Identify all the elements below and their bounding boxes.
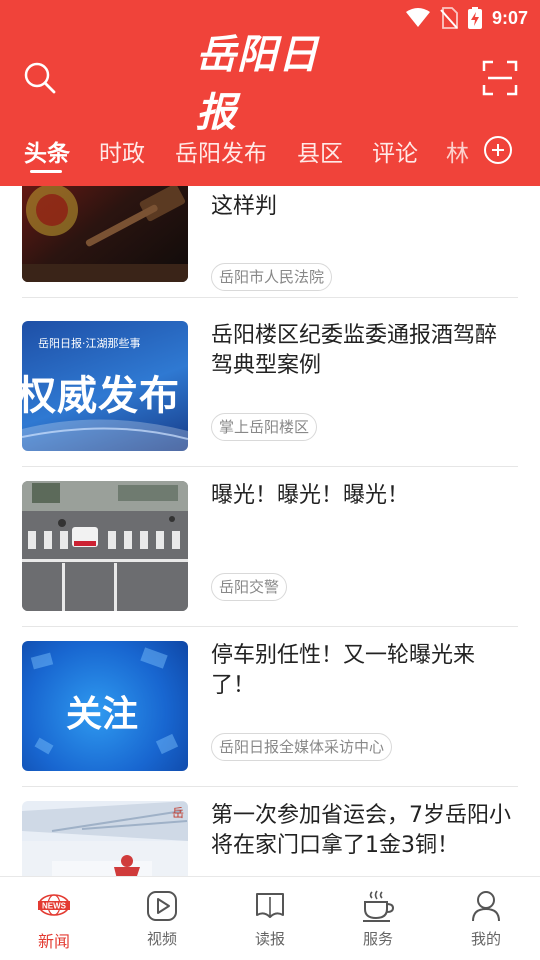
article-source-tag: 岳阳日报全媒体采访中心: [211, 733, 393, 761]
article-title[interactable]: 第一次参加省运会，7岁岳阳小将在家门口拿了1金3铜！: [211, 801, 518, 861]
wifi-icon: [405, 8, 430, 27]
article-source-tag: 掌上岳阳楼区: [211, 413, 318, 441]
nav-label: 新闻: [37, 932, 70, 951]
top-bar: 岳阳日报: [0, 31, 540, 136]
tab-partial[interactable]: 林: [446, 134, 469, 168]
search-icon: [24, 62, 56, 94]
article-card[interactable]: 曝光！曝光！曝光！ 岳阳交警: [22, 467, 518, 627]
article-title[interactable]: 停车别任性！又一轮曝光来了！: [211, 641, 518, 701]
article-thumbnail-authority: 岳阳日报·江湖那些事 权威发布: [22, 321, 188, 451]
nav-label: 读报: [254, 930, 285, 948]
nav-label: 我的: [470, 930, 501, 948]
scan-button[interactable]: [482, 60, 518, 96]
nav-services[interactable]: 服务: [324, 877, 432, 960]
article-thumbnail-gym: 岳: [22, 801, 188, 876]
article-thumbnail-gavel: [22, 186, 188, 282]
tab-yueyang-release[interactable]: 岳阳发布: [175, 134, 267, 168]
tab-commentary[interactable]: 评论: [372, 134, 418, 168]
article-title[interactable]: 曝光！曝光！曝光！: [211, 481, 518, 511]
app-logo: 岳阳日报: [196, 31, 346, 136]
channel-tabs: 头条 时政 岳阳发布 县区 评论 林: [0, 126, 540, 186]
bottom-navigation: NEWS 新闻 视频 读报 服务 我的: [0, 876, 540, 960]
article-thumbnail-attention: 关注: [22, 641, 188, 771]
status-time: 9:07: [491, 7, 528, 28]
active-tab-indicator: [30, 170, 62, 173]
status-icons: 9:07: [405, 6, 528, 30]
nav-news[interactable]: NEWS 新闻: [0, 877, 108, 960]
scan-icon: [482, 60, 518, 96]
tab-overflow: 林: [436, 126, 476, 186]
article-title[interactable]: 这样判: [211, 192, 518, 222]
news-icon: NEWS: [38, 894, 70, 916]
article-thumbnail-crosswalk: [22, 481, 188, 611]
nav-video[interactable]: 视频: [108, 877, 216, 960]
news-feed[interactable]: 这样判 岳阳市人民法院 岳阳日报·江湖那些事 权威发布 岳阳楼区纪委监委通报酒驾…: [0, 186, 540, 876]
article-title[interactable]: 岳阳楼区纪委监委通报酒驾醉驾典型案例: [211, 321, 518, 381]
search-button[interactable]: [22, 60, 58, 96]
nav-profile[interactable]: 我的: [432, 877, 540, 960]
nav-label: 服务: [362, 930, 393, 948]
article-card[interactable]: 岳阳日报·江湖那些事 权威发布 岳阳楼区纪委监委通报酒驾醉驾典型案例 掌上岳阳楼…: [22, 307, 518, 467]
tab-counties[interactable]: 县区: [297, 134, 343, 168]
tab-politics[interactable]: 时政: [99, 134, 145, 168]
article-source-tag: 岳阳交警: [211, 573, 288, 601]
article-card[interactable]: 关注 停车别任性！又一轮曝光来了！ 岳阳日报全媒体采访中心: [22, 627, 518, 787]
article-card[interactable]: 岳 第一次参加省运会，7岁岳阳小将在家门口拿了1金3铜！: [22, 787, 518, 876]
svg-text:岳: 岳: [172, 806, 184, 820]
tab-headlines[interactable]: 头条: [24, 134, 70, 168]
app-header: 9:07 岳阳日报 头条 时政 岳阳发布 县区 评论 林: [0, 0, 540, 186]
nav-label: 视频: [146, 930, 177, 948]
no-sim-icon: [440, 7, 458, 29]
add-channel-button[interactable]: [484, 136, 512, 164]
battery-charging-icon: [467, 7, 482, 29]
profile-icon: [472, 891, 500, 922]
newspaper-icon: [256, 893, 284, 918]
coffee-icon: [363, 890, 395, 922]
svg-text:NEWS: NEWS: [42, 902, 67, 911]
video-icon: [147, 891, 177, 921]
thumbnail-headline: 关注: [66, 694, 139, 735]
nav-read-paper[interactable]: 读报: [216, 877, 324, 960]
logo-text: 岳阳日报: [196, 31, 319, 136]
article-card[interactable]: 这样判 岳阳市人民法院: [22, 186, 518, 298]
article-source-tag: 岳阳市人民法院: [211, 263, 333, 291]
